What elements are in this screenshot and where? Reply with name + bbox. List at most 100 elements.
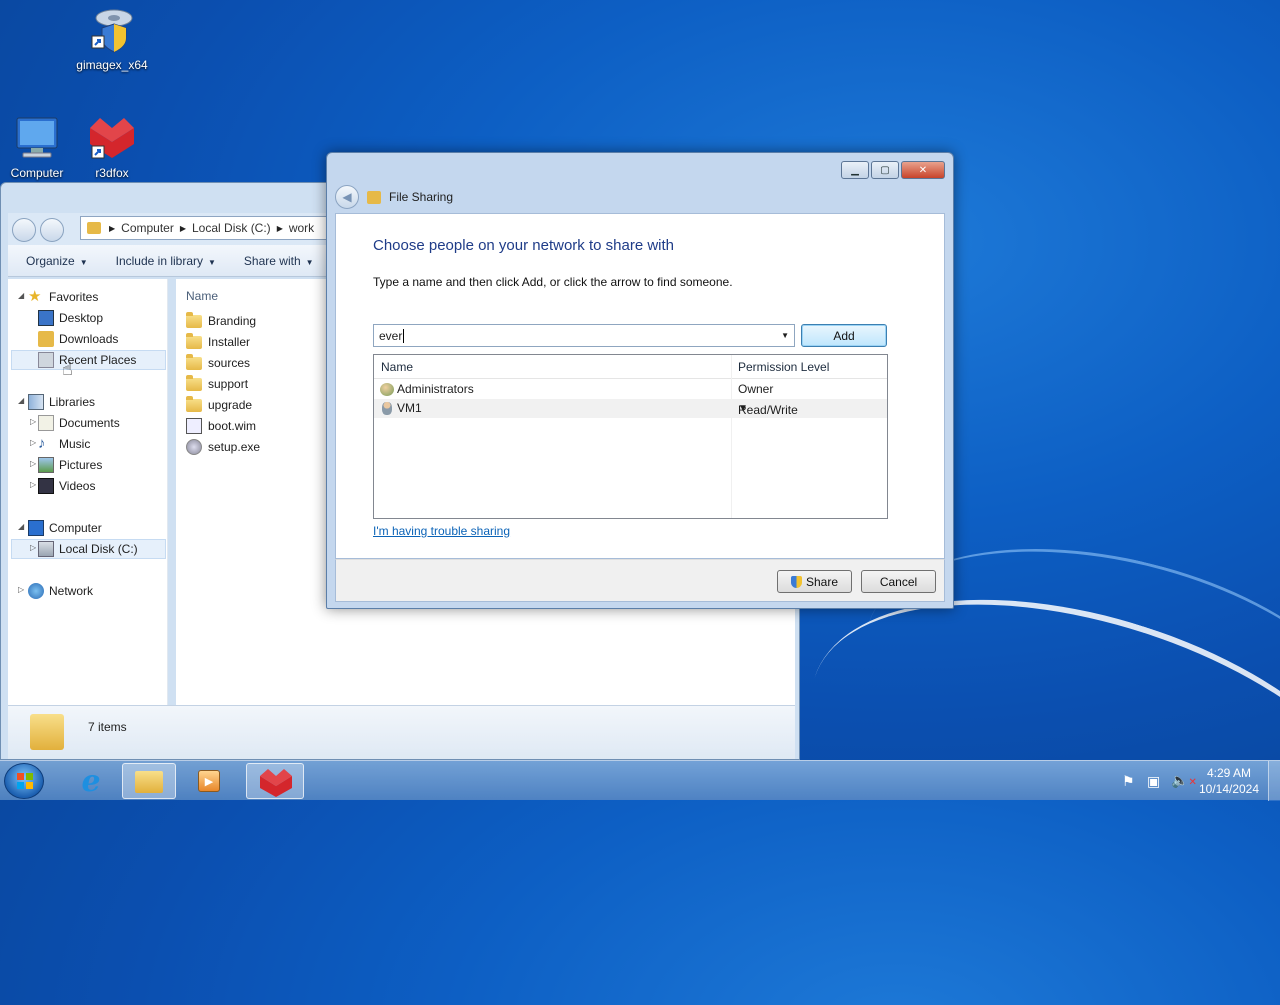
expand-icon[interactable]: ▷ [30, 438, 36, 447]
tree-desktop[interactable]: Desktop [38, 308, 103, 328]
tree-music[interactable]: ♪ Music [38, 434, 90, 454]
dialog-title: File Sharing [389, 190, 454, 204]
breadcrumb-work[interactable]: work [289, 221, 314, 235]
r3dfox-icon [88, 114, 136, 162]
network-tray-icon[interactable]: ▣ [1147, 773, 1160, 790]
expand-icon[interactable]: ▷ [18, 585, 24, 594]
pictures-icon [38, 457, 54, 473]
dialog-footer: Share Cancel [335, 559, 945, 602]
chevron-right-icon: ▶ [179, 223, 186, 233]
user-name-combobox[interactable]: ever ▼ [373, 324, 795, 347]
tree-recent-places[interactable]: Recent Places [11, 350, 166, 370]
user-name-input[interactable]: ever [379, 329, 402, 343]
tree-videos[interactable]: Videos [38, 476, 95, 496]
text-cursor [403, 328, 405, 343]
back-button[interactable] [12, 218, 36, 242]
tree-downloads[interactable]: Downloads [38, 329, 118, 349]
file-item[interactable]: Installer [186, 332, 250, 352]
file-item[interactable]: setup.exe [186, 437, 260, 457]
file-sharing-dialog: ▁ ▢ ✕ ◀ File Sharing Choose people on yo… [326, 152, 954, 609]
star-icon: ★ [28, 288, 42, 305]
file-item[interactable]: upgrade [186, 395, 252, 415]
tree-pictures[interactable]: Pictures [38, 455, 102, 475]
expand-icon[interactable]: ◢ [18, 291, 24, 300]
navigation-pane: ◢ ★ Favorites Desktop Downloads Recent P… [8, 279, 168, 705]
dropdown-arrow-icon[interactable]: ▼ [781, 331, 789, 340]
expand-icon[interactable]: ▷ [30, 417, 36, 426]
organize-button[interactable]: Organize ▼ [26, 254, 88, 268]
r3dfox-icon [260, 769, 292, 797]
dialog-body: Choose people on your network to share w… [335, 213, 945, 559]
share-with-button[interactable]: Share with ▼ [244, 254, 314, 268]
breadcrumb-computer[interactable]: Computer [121, 221, 174, 235]
desktop-icon-label: Computer [10, 166, 64, 180]
expand-icon[interactable]: ◢ [18, 522, 24, 531]
start-button[interactable] [4, 763, 44, 799]
taskbar-r3dfox-button[interactable] [246, 763, 304, 799]
media-player-icon: ▶ [198, 770, 220, 792]
gimagex-icon [88, 6, 136, 54]
tree-libraries[interactable]: Libraries [28, 392, 95, 412]
clock[interactable]: 4:29 AM 10/14/2024 [1196, 765, 1262, 797]
folder-icon [186, 374, 202, 391]
dialog-header: ◀ File Sharing [335, 181, 945, 213]
action-center-flag-icon[interactable]: ⚑ [1122, 773, 1135, 790]
column-permission[interactable]: Permission Level [738, 360, 829, 374]
desktop-icon-gimagex[interactable]: gimagex_x64 [72, 6, 152, 72]
breadcrumb-localdisk[interactable]: Local Disk (C:) [192, 221, 271, 235]
expand-icon[interactable]: ▷ [30, 543, 36, 552]
dialog-instruction: Type a name and then click Add, or click… [373, 275, 733, 289]
windows-logo-icon [17, 773, 33, 789]
group-icon [380, 383, 394, 396]
desktop-icon-r3dfox[interactable]: r3dfox [72, 114, 152, 180]
back-arrow-icon[interactable]: ◀ [335, 185, 359, 209]
list-row-administrators[interactable]: Administrators Owner [374, 380, 887, 399]
sharing-icon [367, 190, 381, 204]
expand-icon[interactable]: ◢ [18, 396, 24, 405]
taskbar-explorer-button[interactable] [122, 763, 176, 799]
taskbar-ie-button[interactable]: e [66, 763, 116, 799]
maximize-button[interactable]: ▢ [871, 161, 899, 179]
internet-explorer-icon: e [81, 763, 101, 799]
cancel-button[interactable]: Cancel [861, 570, 936, 593]
tree-network[interactable]: Network [28, 581, 93, 601]
expand-icon[interactable]: ▷ [30, 459, 36, 468]
list-row-vm1[interactable]: VM1 Read/Write ▼ [374, 399, 887, 418]
show-desktop-button[interactable] [1268, 761, 1280, 801]
taskbar-media-player-button[interactable]: ▶ [182, 763, 236, 799]
tree-computer[interactable]: Computer [28, 518, 102, 538]
include-library-button[interactable]: Include in library ▼ [116, 254, 216, 268]
share-button[interactable]: Share [777, 570, 852, 593]
address-bar[interactable]: ▶ Computer ▶ Local Disk (C:) ▶ work [80, 216, 330, 240]
chevron-right-icon: ▶ [109, 223, 116, 233]
downloads-icon [38, 331, 54, 347]
status-bar: 7 items [8, 705, 795, 759]
desktop-icon-computer[interactable]: Computer [0, 114, 77, 180]
list-header: Name Permission Level [374, 355, 887, 379]
column-name[interactable]: Name [381, 360, 413, 374]
file-item[interactable]: Branding [186, 311, 256, 331]
folder-large-icon [30, 714, 64, 750]
close-button[interactable]: ✕ [901, 161, 945, 179]
volume-muted-icon[interactable]: 🔈✕ [1171, 772, 1197, 789]
column-header-name[interactable]: Name [186, 289, 218, 303]
minimize-button[interactable]: ▁ [841, 161, 869, 179]
file-item[interactable]: sources [186, 353, 250, 373]
recent-places-icon [38, 352, 54, 368]
desktop-icon [38, 310, 54, 326]
trouble-sharing-link[interactable]: I'm having trouble sharing [373, 524, 510, 538]
expand-icon[interactable]: ▷ [30, 480, 36, 489]
tree-favorites[interactable]: ★ Favorites [28, 287, 98, 307]
libraries-icon [28, 394, 44, 410]
add-button[interactable]: Add [801, 324, 887, 347]
folder-icon [186, 332, 202, 349]
folder-icon [135, 771, 163, 793]
tree-documents[interactable]: Documents [38, 413, 120, 433]
file-item[interactable]: support [186, 374, 248, 394]
shield-icon [790, 575, 802, 588]
dropdown-arrow-icon: ▼ [738, 403, 748, 414]
file-item[interactable]: boot.wim [186, 416, 256, 436]
window-controls: ▁ ▢ ✕ [841, 161, 945, 179]
forward-button[interactable] [40, 218, 64, 242]
folder-icon [186, 311, 202, 328]
